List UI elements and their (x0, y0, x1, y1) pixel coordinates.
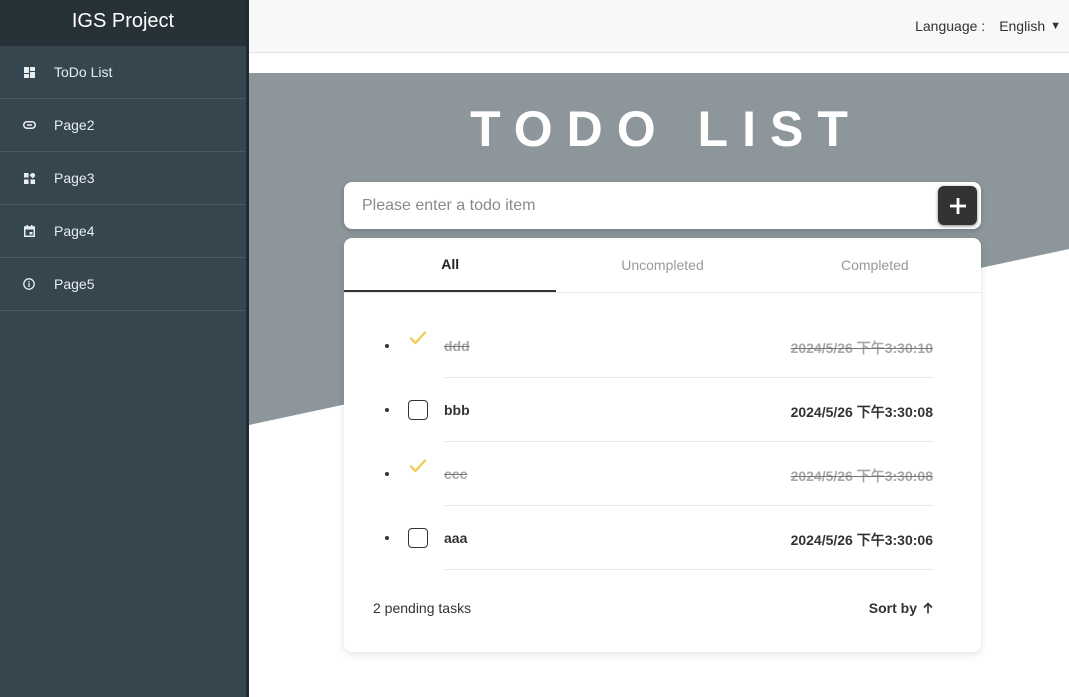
todo-footer: 2 pending tasks Sort by (373, 600, 933, 616)
sidebar-item-label: ToDo List (54, 64, 113, 80)
check-icon[interactable] (408, 328, 428, 348)
language-value: English (999, 18, 1046, 34)
todo-item-time: 2024/5/26 下午3:30:08 (790, 468, 933, 484)
sidebar-item-page2[interactable]: Page2 (0, 99, 246, 152)
todo-item: aaa 2024/5/26 下午3:30:06 (344, 506, 981, 570)
sidebar-item-page3[interactable]: Page3 (0, 152, 246, 205)
sidebar-item-label: Page5 (54, 276, 95, 292)
tab-uncompleted[interactable]: Uncompleted (556, 238, 768, 292)
todo-item-text: ddd (444, 338, 470, 354)
info-icon (22, 277, 36, 291)
sidebar: IGS Project ToDo List Page2 Page3 Page4 … (0, 0, 249, 697)
language-select[interactable]: English ▼ (999, 18, 1061, 34)
check-icon[interactable] (408, 456, 428, 476)
page-title: TODO LIST (470, 101, 862, 157)
sidebar-item-label: Page2 (54, 117, 95, 133)
todo-item-text: bbb (444, 402, 470, 418)
todo-item: bbb 2024/5/26 下午3:30:08 (344, 378, 981, 442)
pending-count: 2 pending tasks (373, 600, 472, 616)
row-divider (444, 569, 933, 570)
sort-button[interactable]: Sort by (869, 600, 933, 616)
todo-item-text: aaa (444, 530, 468, 546)
bullet-icon (385, 344, 389, 348)
sidebar-item-page5[interactable]: Page5 (0, 258, 246, 311)
todo-item-text: ccc (444, 466, 468, 482)
arrow-up-icon (923, 602, 933, 614)
todo-input[interactable] (344, 182, 924, 229)
sidebar-item-label: Page3 (54, 170, 95, 186)
language-label: Language : (915, 18, 986, 34)
todo-list: ddd 2024/5/26 下午3:30:10 bbb 2024/5/26 下午… (344, 314, 981, 570)
todo-item: ddd 2024/5/26 下午3:30:10 (344, 314, 981, 378)
tab-all[interactable]: All (344, 238, 557, 292)
todo-item-time: 2024/5/26 下午3:30:06 (790, 532, 933, 548)
todo-card: All Uncompleted Completed ddd 2024/5/26 … (344, 238, 981, 652)
top-bar: Language : English ▼ (249, 0, 1069, 53)
todo-item-time: 2024/5/26 下午3:30:08 (790, 404, 933, 420)
todo-item: ccc 2024/5/26 下午3:30:08 (344, 442, 981, 506)
todo-checkbox[interactable] (408, 528, 428, 548)
app-brand: IGS Project (0, 0, 246, 46)
link-icon (22, 118, 36, 132)
filter-tabs: All Uncompleted Completed (344, 238, 981, 293)
todo-input-box (344, 182, 981, 229)
bullet-icon (385, 472, 389, 476)
plus-icon (949, 197, 966, 214)
tab-completed[interactable]: Completed (769, 238, 981, 292)
bullet-icon (385, 536, 389, 540)
widgets-icon (22, 171, 36, 185)
sidebar-item-todo-list[interactable]: ToDo List (0, 46, 246, 99)
bullet-icon (385, 408, 389, 412)
todo-item-time: 2024/5/26 下午3:30:10 (790, 340, 933, 356)
add-todo-button[interactable] (938, 186, 977, 225)
sidebar-item-label: Page4 (54, 223, 95, 239)
dashboard-icon (22, 65, 36, 79)
calendar-icon (22, 224, 36, 238)
todo-checkbox[interactable] (408, 400, 428, 420)
sidebar-item-page4[interactable]: Page4 (0, 205, 246, 258)
caret-down-icon: ▼ (1050, 20, 1061, 32)
sort-label: Sort by (868, 600, 917, 616)
